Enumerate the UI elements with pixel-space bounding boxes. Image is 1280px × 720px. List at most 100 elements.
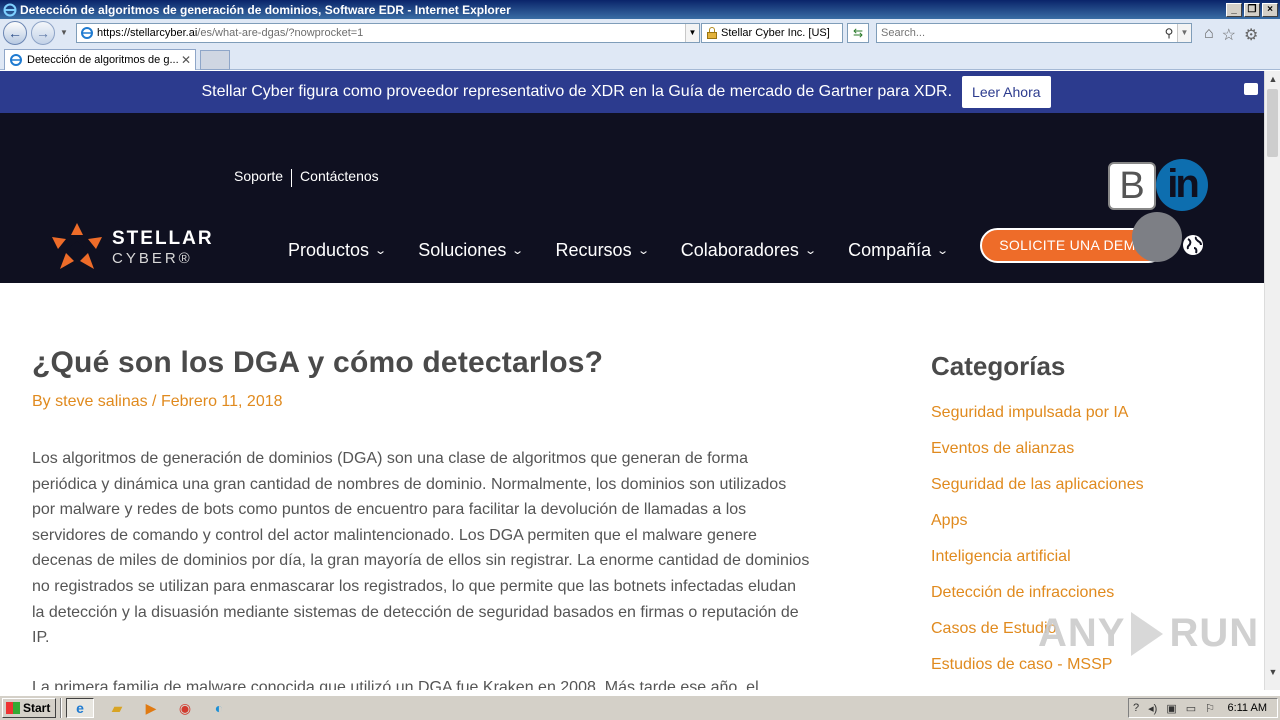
article-paragraph: Los algoritmos de generación de dominios… (32, 450, 810, 647)
flag-notify-icon[interactable]: ⚐ (1205, 702, 1215, 715)
site-header: Soporte Contáctenos STELLAR CYBER® Produ… (0, 113, 1264, 283)
history-dropdown-icon[interactable]: ▼ (60, 28, 68, 37)
scroll-down-icon[interactable]: ▼ (1265, 664, 1280, 680)
help-icon[interactable]: ? (1133, 702, 1139, 715)
nav-productos[interactable]: Productos ⌄ (288, 240, 388, 261)
linkedin-icon[interactable]: in (1156, 159, 1208, 211)
logo-word-stellar: STELLAR (112, 227, 214, 249)
search-dropdown-icon[interactable]: ▼ (1177, 24, 1191, 42)
refresh-button[interactable]: ⇆ (847, 23, 869, 43)
stellar-cyber-logo[interactable]: STELLAR CYBER® (48, 221, 214, 273)
page-viewport: Stellar Cyber figura como proveedor repr… (0, 71, 1264, 690)
minimize-button[interactable]: _ (1226, 2, 1242, 17)
battery-icon[interactable]: ▭ (1186, 702, 1196, 715)
category-link[interactable]: Apps (931, 512, 1251, 548)
watermark-left: ANY (1038, 611, 1126, 655)
top-links: Soporte Contáctenos (234, 168, 379, 187)
category-link[interactable]: Estudios de caso - MSSP (931, 656, 1251, 690)
support-link[interactable]: Soporte (234, 168, 283, 187)
forward-arrow-icon: → (36, 25, 50, 41)
article: ¿Qué son los DGA y cómo detectarlos? By … (32, 346, 812, 690)
search-box[interactable]: ⚲ ▼ (876, 23, 1192, 43)
tools-gear-icon[interactable]: ⚙ (1244, 25, 1258, 45)
categories-heading: Categorías (931, 351, 1066, 381)
nav-label: Colaboradores (680, 240, 799, 260)
window-titlebar: Detección de algoritmos de generación de… (0, 0, 1280, 19)
forward-button[interactable]: → (31, 21, 55, 45)
address-toolbar: ← → ▼ https://stellarcyber.ai/es/what-ar… (0, 19, 1280, 48)
folder-icon[interactable]: ▰ (106, 698, 128, 718)
quick-launch: e ▰ ▶ ◉ ◐ (66, 698, 230, 718)
nav-label: Soluciones (418, 240, 507, 260)
internet-explorer-taskbar-icon[interactable]: e (66, 698, 94, 718)
scroll-thumb[interactable] (1267, 89, 1278, 157)
url-host: https://stellarcyber.ai (97, 27, 198, 39)
tab-close-icon[interactable]: ✕ (181, 53, 195, 67)
category-link[interactable]: Seguridad impulsada por IA (931, 404, 1251, 440)
favorites-star-icon[interactable]: ☆ (1222, 25, 1236, 45)
category-link[interactable]: Eventos de alianzas (931, 440, 1251, 476)
nav-soluciones[interactable]: Soluciones ⌄ (418, 240, 525, 261)
tab-strip: Detección de algoritmos de g... ✕ (0, 48, 1280, 70)
back-arrow-icon: ← (8, 25, 22, 41)
article-meta[interactable]: By steve salinas / Febrero 11, 2018 (32, 393, 812, 411)
tab-label: Detección de algoritmos de g... (27, 54, 179, 66)
category-link[interactable]: Inteligencia artificial (931, 548, 1251, 584)
chevron-down-icon: ⌄ (636, 245, 650, 257)
nav-recursos[interactable]: Recursos ⌄ (556, 240, 650, 261)
new-tab-button[interactable] (200, 50, 230, 70)
tab-page-icon (10, 54, 22, 66)
url-text[interactable]: https://stellarcyber.ai/es/what-are-dgas… (97, 27, 685, 39)
globe-icon[interactable] (1182, 234, 1204, 256)
contact-link[interactable]: Contáctenos (300, 168, 379, 187)
address-bar[interactable]: https://stellarcyber.ai/es/what-are-dgas… (76, 23, 700, 43)
internet-explorer-icon (3, 3, 17, 16)
tab-active[interactable]: Detección de algoritmos de g... ✕ (4, 49, 196, 70)
search-input[interactable] (877, 27, 1161, 39)
nav-colaboradores[interactable]: Colaboradores ⌄ (680, 240, 817, 261)
link-divider (291, 169, 293, 187)
announcement-text: Stellar Cyber figura como proveedor repr… (201, 83, 953, 100)
chevron-down-icon: ⌄ (804, 245, 817, 257)
home-icon[interactable]: ⌂ (1204, 25, 1214, 45)
vertical-scrollbar[interactable]: ▲ ▼ (1264, 71, 1280, 690)
anyrun-watermark: ANY RUN (1038, 611, 1259, 656)
taskbar-divider (60, 698, 62, 718)
network-icon[interactable]: ▣ (1166, 702, 1176, 715)
chevron-down-icon: ⌄ (374, 245, 388, 257)
nav-compania[interactable]: Compañía ⌄ (848, 240, 950, 261)
maximize-button[interactable]: ❐ (1244, 2, 1260, 17)
windows-taskbar: Start e ▰ ▶ ◉ ◐ ? ◂) ▣ ▭ ⚐ 6:11 AM (0, 695, 1280, 720)
read-now-button[interactable]: Leer Ahora (962, 76, 1051, 108)
clock[interactable]: 6:11 AM (1227, 702, 1267, 714)
scroll-up-icon[interactable]: ▲ (1265, 71, 1280, 87)
start-label: Start (23, 701, 51, 715)
back-button[interactable]: ← (3, 21, 27, 45)
nav-label: Compañía (848, 240, 932, 260)
media-player-icon[interactable]: ▶ (140, 698, 162, 718)
category-link[interactable]: Seguridad de las aplicaciones (931, 476, 1251, 512)
chrome-icon[interactable]: ◉ (174, 698, 196, 718)
edge-icon[interactable]: ◐ (208, 698, 230, 718)
play-icon (1131, 611, 1164, 656)
b-social-icon[interactable]: B (1108, 162, 1156, 210)
close-window-button[interactable]: × (1262, 2, 1278, 17)
url-path: /es/what-are-dgas/?nowprocket=1 (197, 27, 364, 39)
article-title: ¿Qué son los DGA y cómo detectarlos? (32, 346, 604, 379)
search-icon[interactable]: ⚲ (1161, 26, 1177, 40)
system-tray: ? ◂) ▣ ▭ ⚐ 6:11 AM (1128, 698, 1278, 718)
address-dropdown-icon[interactable]: ▼ (685, 24, 699, 42)
lock-icon (707, 27, 717, 39)
main-navigation: Productos ⌄ Soluciones ⌄ Recursos ⌄ Colabor… (288, 240, 950, 261)
chevron-down-icon: ⌄ (511, 245, 525, 257)
page-icon (81, 27, 93, 39)
avatar-placeholder (1132, 212, 1182, 262)
start-button[interactable]: Start (2, 698, 56, 718)
volume-icon[interactable]: ◂) (1148, 702, 1157, 715)
refresh-icon: ⇆ (852, 26, 864, 40)
watermark-right: RUN (1169, 611, 1260, 655)
certificate-indicator[interactable]: Stellar Cyber Inc. [US] (701, 23, 843, 43)
announcement-close-icon[interactable] (1244, 83, 1258, 95)
windows-flag-icon (6, 702, 20, 714)
chevron-down-icon: ⌄ (936, 245, 950, 257)
